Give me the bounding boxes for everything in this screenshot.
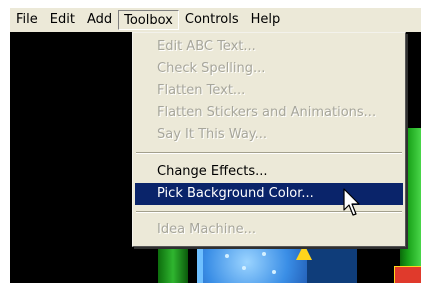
menu-separator bbox=[136, 211, 402, 213]
menu-edit[interactable]: Edit bbox=[44, 10, 81, 30]
menu-separator bbox=[136, 152, 402, 154]
menu-item-pick-background-color[interactable]: Pick Background Color... bbox=[135, 183, 403, 205]
canvas-thumbnail[interactable] bbox=[394, 266, 421, 283]
menu-item-flatten-stickers[interactable]: Flatten Stickers and Animations... bbox=[135, 102, 403, 124]
menu-help[interactable]: Help bbox=[245, 10, 287, 30]
menu-add[interactable]: Add bbox=[81, 10, 118, 30]
app-window: File Edit Add Toolbox Controls Help Edit… bbox=[10, 8, 421, 283]
menu-item-edit-abc-text[interactable]: Edit ABC Text... bbox=[135, 36, 403, 58]
menu-item-change-effects[interactable]: Change Effects... bbox=[135, 161, 403, 183]
menu-item-flatten-text[interactable]: Flatten Text... bbox=[135, 80, 403, 102]
menu-bar: File Edit Add Toolbox Controls Help bbox=[10, 8, 421, 32]
menu-file[interactable]: File bbox=[10, 10, 44, 30]
menu-item-say-it-this-way[interactable]: Say It This Way... bbox=[135, 124, 403, 146]
menu-item-check-spelling[interactable]: Check Spelling... bbox=[135, 58, 403, 80]
menu-controls[interactable]: Controls bbox=[179, 10, 245, 30]
arrow-cursor-icon bbox=[343, 188, 360, 216]
toolbox-dropdown-menu: Edit ABC Text... Check Spelling... Flatt… bbox=[132, 32, 406, 247]
menu-toolbox[interactable]: Toolbox bbox=[118, 10, 179, 30]
menu-item-idea-machine[interactable]: Idea Machine... bbox=[135, 219, 403, 241]
